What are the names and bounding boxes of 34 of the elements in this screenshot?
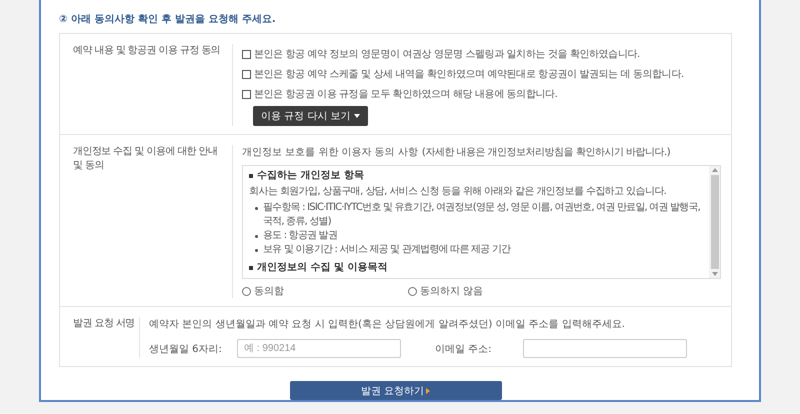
scrollbar[interactable] [709, 166, 720, 278]
terms-bullet: 용도 : 항공권 발권 [263, 229, 338, 244]
caret-icon [354, 114, 360, 118]
terms-heading: 개인정보의 수집 및 이용목적 [257, 261, 388, 276]
bullet-icon [255, 207, 258, 210]
agreement-checkbox[interactable]: 본인은 항공 예약 스케줄 및 상세 내역을 확인하였으며 예약된대로 항공권이 발권되는 데 동의합니다. [242, 64, 721, 84]
field-label: 생년월일 6자리: [149, 342, 223, 356]
section-label: 예약 내용 및 항공권 이용 규정 동의 [72, 44, 222, 58]
submit-button[interactable]: 발권 요청하기 [290, 381, 502, 400]
arrow-icon [426, 388, 430, 394]
scroll-down-icon [712, 272, 718, 276]
input-field[interactable]: 예 : 990214 [237, 339, 401, 358]
view-terms-button[interactable]: 이용 규정 다시 보기 [253, 106, 368, 126]
field-label: 이메일 주소: [435, 342, 493, 356]
section-label: 개인정보 수집 및 이용에 대한 안내 및 동의 [72, 145, 218, 174]
consent-radio[interactable]: 동의하지 않음 [408, 284, 574, 298]
bullet-icon [255, 235, 258, 238]
section-heading: ② 아래 동의사항 확인 후 발권을 요청해 주세요. [59, 13, 277, 27]
terms-bullet: 보유 및 이용기간 : 서비스 제공 및 관계법령에 따른 제공 기간 [263, 243, 510, 258]
consent-radio[interactable]: 동의함 [242, 284, 408, 298]
agreement-checkbox[interactable]: 본인은 항공권 이용 규정을 모두 확인하였으며 해당 내용에 동의합니다. [242, 84, 721, 104]
signature-instructions: 예약자 본인의 생년월일과 예약 요청 시 입력한(혹은 상담원에게 알려주셨던) 이메일 주소를 입력해주세요. [149, 318, 625, 332]
consent-note: (자세한 내용은 개인정보처리방침을 확인하시기 바랍니다.) [422, 146, 670, 160]
agreement-checkbox[interactable]: 본인은 항공 예약 정보의 영문명이 여권상 영문명 스펠링과 일치하는 것을 확인하였습니다. [242, 44, 721, 64]
square-bullet-icon [249, 174, 253, 178]
scroll-up-icon [712, 168, 718, 172]
input-field[interactable] [523, 339, 687, 358]
terms-text: 회사는 회원가입, 상품구매, 상담, 서비스 신청 등을 위해 아래와 같은 개인정보를 수집하고 있습니다. [249, 185, 668, 200]
terms-bullet: 필수항목 : ISIC·ITIC·IYTC번호 및 유효기간, 여권정보(영문 성, 영문 이름, 여권번호, 여권 만료일, 여권 발행국, 국적, 종류, 성별) [263, 201, 702, 230]
section-label: 발권 요청 서명 [72, 317, 136, 332]
terms-heading: 수집하는 개인정보 항목 [257, 169, 364, 184]
square-bullet-icon [249, 266, 253, 270]
consent-title: 개인정보 보호를 위한 이용자 동의 사항 [242, 146, 418, 160]
bullet-icon [255, 249, 258, 252]
